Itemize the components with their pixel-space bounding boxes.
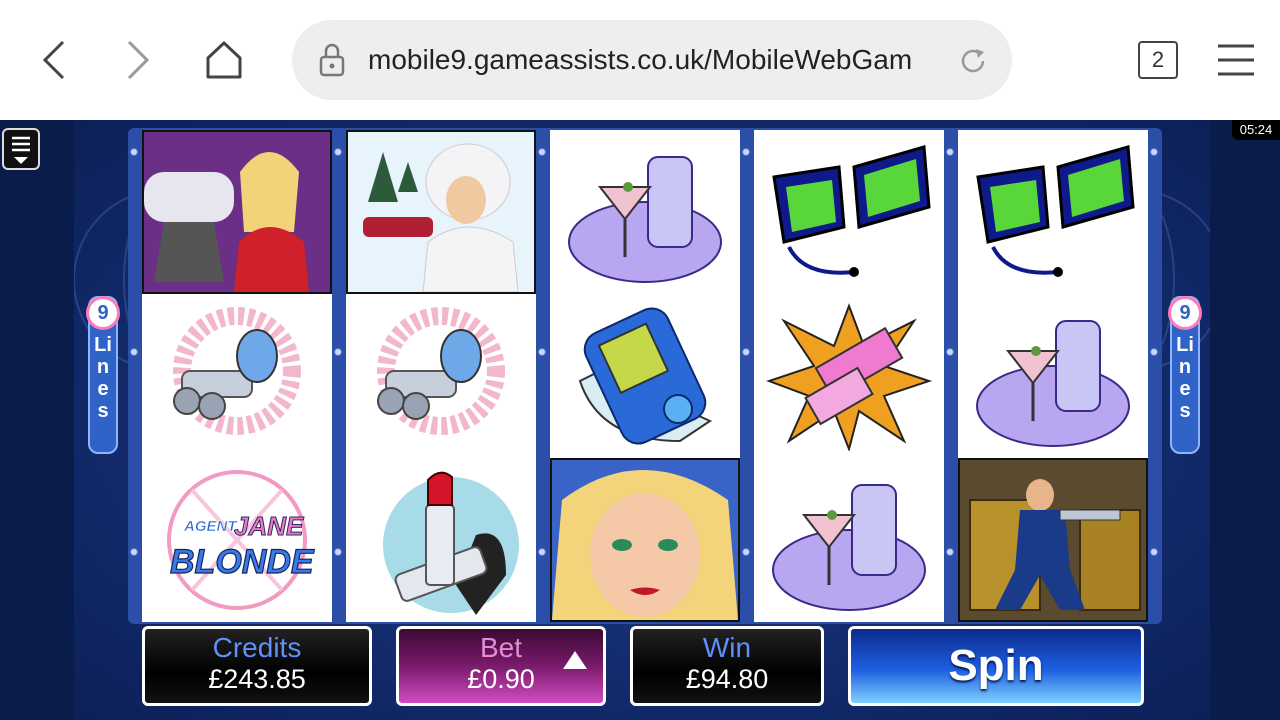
symbol-lipstick xyxy=(346,458,536,622)
reel-3 xyxy=(550,130,740,622)
logo-word-jane: JANE xyxy=(234,511,304,541)
symbol-gadget-pager xyxy=(550,294,740,458)
symbol-jane-plane xyxy=(142,130,332,294)
lines-count: 9 xyxy=(86,296,120,330)
browser-toolbar: mobile9.gameassists.co.uk/MobileWebGam 2 xyxy=(0,0,1280,120)
spin-button[interactable]: Spin xyxy=(848,626,1144,706)
lines-count: 9 xyxy=(1168,296,1202,330)
lines-label: Lines xyxy=(94,334,112,422)
address-bar[interactable]: mobile9.gameassists.co.uk/MobileWebGam xyxy=(292,20,1012,100)
tab-count-button[interactable]: 2 xyxy=(1138,41,1178,79)
symbol-jane-action xyxy=(958,458,1148,622)
logo-word-agent: AGENT xyxy=(183,518,238,535)
back-icon[interactable] xyxy=(30,36,78,84)
symbol-jane-snow xyxy=(346,130,536,294)
symbol-cocktail-shaker xyxy=(754,458,944,622)
reel-1: AGENT JANE BLONDE xyxy=(142,130,332,622)
forward-icon[interactable] xyxy=(114,36,162,84)
lines-indicator-left: 9 Lines xyxy=(86,296,120,454)
url-text[interactable]: mobile9.gameassists.co.uk/MobileWebGam xyxy=(368,44,913,78)
logo-word-blonde: BLONDE xyxy=(170,543,315,581)
lines-label: Lines xyxy=(1176,334,1194,422)
win-panel: Win £94.80 xyxy=(630,626,824,706)
bet-increase-icon[interactable] xyxy=(563,651,587,669)
game-menu-button[interactable] xyxy=(2,128,40,170)
slot-game: 05:24 9 Lines 9 Lines AGENT JANE BLONDE … xyxy=(0,120,1280,720)
credits-value: £243.85 xyxy=(208,664,306,694)
reel-5 xyxy=(958,130,1148,622)
status-time: 05:24 xyxy=(1232,120,1280,140)
lock-icon xyxy=(318,42,346,83)
win-label: Win xyxy=(702,632,752,663)
credits-label: Credits xyxy=(212,632,302,663)
reel-4 xyxy=(754,130,944,622)
reload-icon[interactable] xyxy=(958,46,988,81)
symbol-spy-glasses xyxy=(754,130,944,294)
symbol-cocktail-shaker xyxy=(550,130,740,294)
win-value: £94.80 xyxy=(685,664,769,694)
symbol-furry-handcuffs xyxy=(346,294,536,458)
symbol-cocktail-shaker xyxy=(958,294,1148,458)
symbol-explosive-gum xyxy=(754,294,944,458)
home-icon[interactable] xyxy=(200,36,248,84)
reel-frame: AGENT JANE BLONDE xyxy=(128,128,1162,624)
reel-2 xyxy=(346,130,536,622)
symbol-spy-glasses xyxy=(958,130,1148,294)
lines-indicator-right: 9 Lines xyxy=(1168,296,1202,454)
menu-icon[interactable] xyxy=(1212,36,1260,84)
symbol-agent-jane-blonde-logo: AGENT JANE BLONDE xyxy=(142,458,332,622)
symbol-furry-handcuffs xyxy=(142,294,332,458)
credits-panel: Credits £243.85 xyxy=(142,626,372,706)
bet-panel[interactable]: Bet £0.90 xyxy=(396,626,606,706)
symbol-jane-face xyxy=(550,458,740,622)
